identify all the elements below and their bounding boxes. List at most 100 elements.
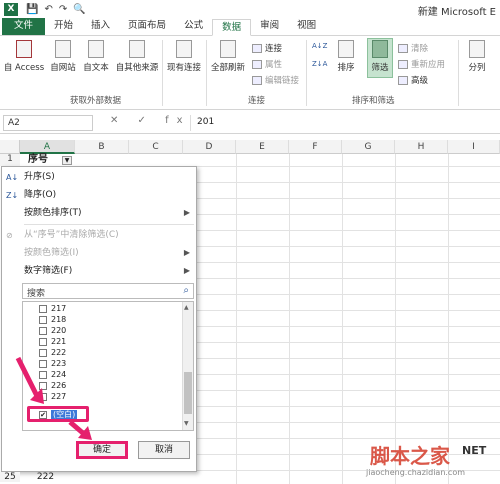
funnel-icon — [372, 40, 388, 58]
edit-links-button[interactable]: 编辑链接 — [252, 74, 299, 86]
sort-button[interactable]: 排序 — [332, 40, 360, 73]
formula-input[interactable]: 201 — [190, 115, 496, 131]
undo-icon[interactable]: ↶ — [44, 4, 52, 15]
cancel-button[interactable]: 取消 — [138, 441, 190, 459]
from-access-button[interactable]: 自 Access — [2, 40, 46, 73]
menu-filter-by-color[interactable]: 按颜色筛选(I) ▶ — [2, 245, 196, 261]
tab-page-layout[interactable]: 页面布局 — [119, 18, 175, 35]
column-header-i[interactable]: I — [448, 140, 500, 154]
reapply-button[interactable]: 重新应用 — [398, 58, 445, 70]
text-file-icon — [88, 40, 104, 58]
title-bar: X 💾 ↶ ↷ 🔍 新建 Microsoft E — [0, 0, 500, 18]
row-header-25[interactable]: 25 — [0, 472, 20, 482]
link-icon — [252, 43, 262, 53]
sort-icon — [338, 40, 354, 58]
submenu-arrow-icon: ▶ — [183, 208, 190, 217]
menu-clear-filter[interactable]: ⊘ 从“序号”中清除筛选(C) — [2, 227, 196, 243]
name-box[interactable]: A2 — [3, 115, 93, 131]
list-item[interactable]: 217 — [39, 304, 66, 313]
formula-buttons[interactable]: ✕ ✓ fx — [110, 115, 191, 126]
column-header-e[interactable]: E — [236, 140, 289, 154]
from-other-sources-button[interactable]: 自其他来源 — [112, 40, 162, 73]
window-title: 新建 Microsoft E — [417, 7, 496, 18]
save-icon[interactable]: 💾 — [26, 4, 38, 15]
menu-sort-by-color[interactable]: 按颜色排序(T) ▶ — [2, 205, 196, 221]
arrow-to-ok — [68, 420, 86, 436]
group-label-external: 获取外部数据 — [70, 96, 122, 106]
column-header-b[interactable]: B — [75, 140, 129, 154]
menu-number-filters[interactable]: 数字筛选(F) ▶ — [2, 263, 196, 279]
redo-icon[interactable]: ↷ — [59, 4, 67, 15]
column-header-d[interactable]: D — [183, 140, 236, 154]
column-header-c[interactable]: C — [129, 140, 183, 154]
tab-home[interactable]: 开始 — [45, 18, 82, 35]
list-item[interactable]: 218 — [39, 315, 66, 324]
clear-button[interactable]: 清除 — [398, 42, 428, 54]
cell-a25[interactable]: 222 — [23, 472, 54, 482]
select-all-corner[interactable] — [0, 140, 20, 154]
split-columns-icon — [469, 40, 485, 58]
column-header-a[interactable]: A — [20, 140, 75, 154]
sort-za-icon[interactable]: Z↓A — [312, 60, 327, 68]
from-text-button[interactable]: 自文本 — [80, 40, 112, 73]
row-header-1[interactable]: 1 — [0, 154, 20, 166]
reapply-icon — [398, 59, 408, 69]
connections-button[interactable]: 连接 — [252, 42, 282, 54]
filter-button[interactable]: 筛选 — [367, 40, 393, 73]
group-label-sort-filter: 排序和筛选 — [352, 96, 395, 106]
clear-filter-icon — [398, 43, 408, 53]
group-label-connections: 连接 — [248, 96, 266, 106]
annotation-arrows — [15, 356, 92, 440]
tab-insert[interactable]: 插入 — [82, 18, 119, 35]
quick-access-toolbar: 💾 ↶ ↷ 🔍 — [26, 4, 86, 15]
filter-dropdown-button[interactable]: ▼ — [62, 156, 72, 165]
submenu-arrow-icon: ▶ — [183, 266, 190, 275]
checkbox[interactable] — [39, 315, 47, 324]
row-25: 25 222 — [0, 472, 90, 484]
menu-sort-ascending[interactable]: A↓ 升序(S) — [2, 169, 196, 185]
checkbox[interactable] — [39, 304, 47, 313]
advanced-filter-icon — [398, 75, 408, 85]
properties-button[interactable]: 属性 — [252, 58, 282, 70]
scroll-thumb[interactable] — [184, 372, 192, 414]
column-header-g[interactable]: G — [342, 140, 395, 154]
web-icon — [55, 40, 71, 58]
submenu-arrow-icon: ▶ — [183, 248, 190, 257]
watermark-url: jiaocheng.chazidian.com — [366, 468, 466, 477]
existing-connections-button[interactable]: 现有连接 — [164, 40, 204, 73]
other-sources-icon — [129, 40, 145, 58]
sort-descending-icon: Z↓ — [6, 191, 19, 200]
sort-ascending-icon: A↓ — [6, 173, 19, 182]
access-icon — [16, 40, 32, 58]
refresh-icon — [220, 40, 236, 58]
properties-icon — [252, 59, 262, 69]
sort-az-icon[interactable]: A↓Z — [312, 42, 327, 50]
arrow-to-blank — [15, 356, 41, 400]
watermark-net: NET — [462, 444, 487, 457]
advanced-button[interactable]: 高级 — [398, 74, 428, 86]
filter-search-input[interactable]: 搜索 ⌕ — [22, 283, 194, 299]
search-icon: ⌕ — [183, 285, 189, 296]
ribbon-data: 自 Access 自网站 自文本 自其他来源 现有连接 获取外部数据 全部刷新 … — [0, 36, 500, 110]
excel-logo-icon: X — [4, 2, 18, 16]
tab-file[interactable]: 文件 — [2, 18, 46, 35]
clear-filter-icon: ⊘ — [6, 231, 13, 240]
list-scrollbar[interactable]: ▲ ▼ — [182, 302, 193, 430]
text-to-columns-button[interactable]: 分列 — [462, 40, 492, 73]
column-header-f[interactable]: F — [289, 140, 342, 154]
edit-links-icon — [252, 75, 262, 85]
tab-formulas[interactable]: 公式 — [175, 18, 212, 35]
tab-review[interactable]: 审阅 — [251, 18, 288, 35]
scroll-up-icon[interactable]: ▲ — [184, 304, 189, 311]
scroll-down-icon[interactable]: ▼ — [184, 420, 189, 427]
connections-icon — [176, 40, 192, 58]
refresh-all-button[interactable]: 全部刷新 — [208, 40, 248, 73]
menu-sort-descending[interactable]: Z↓ 降序(O) — [2, 187, 196, 203]
column-header-h[interactable]: H — [395, 140, 448, 154]
tab-view[interactable]: 视图 — [288, 18, 325, 35]
tab-data[interactable]: 数据 — [212, 19, 252, 36]
print-preview-icon[interactable]: 🔍 — [73, 4, 85, 15]
watermark-logo: 脚本之家 — [370, 444, 450, 468]
formula-bar: A2 ✕ ✓ fx 201 — [0, 112, 500, 134]
from-web-button[interactable]: 自网站 — [47, 40, 79, 73]
